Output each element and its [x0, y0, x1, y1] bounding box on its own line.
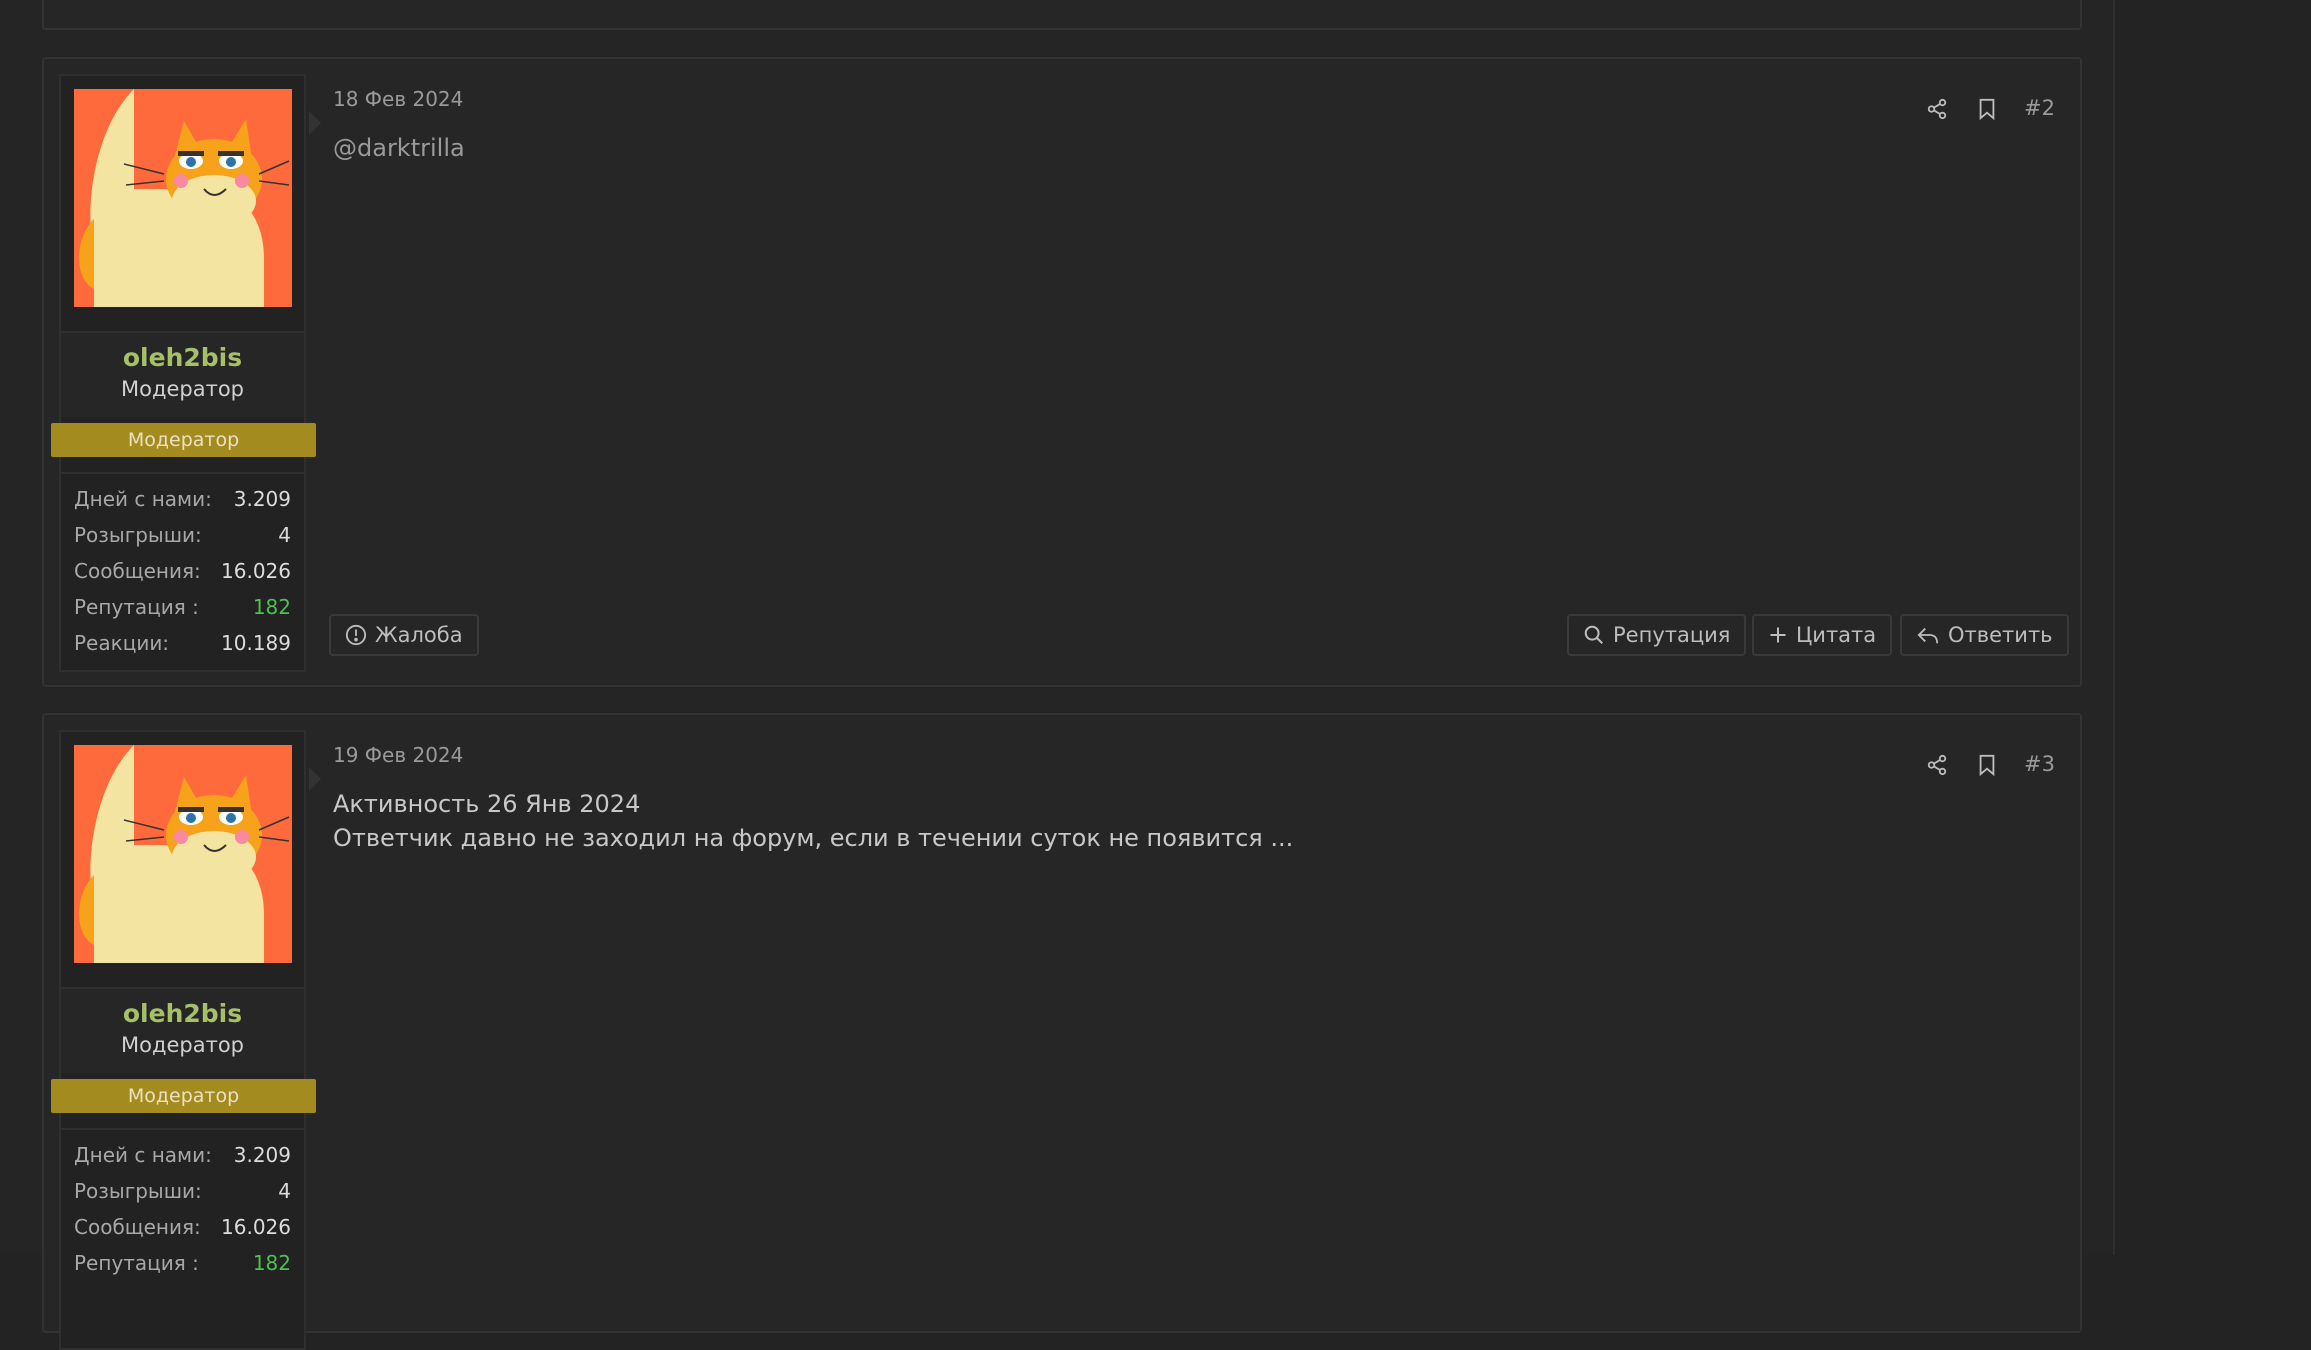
user-stats: Дней с нами: 3.209 Розыгрыши: 4 Сообщени… [61, 1128, 304, 1282]
report-label: Жалоба [375, 623, 463, 647]
stat-row: Репутация : 182 [61, 1246, 304, 1282]
stat-row: Розыгрыши: 4 [61, 518, 304, 554]
stat-row: Розыгрыши: 4 [61, 1174, 304, 1210]
stat-label: Сообщения: [74, 1215, 201, 1239]
bookmark-icon[interactable] [1969, 747, 2005, 783]
username[interactable]: oleh2bis [61, 343, 304, 372]
share-icon[interactable] [1919, 747, 1955, 783]
stat-label: Сообщения: [74, 559, 201, 583]
stat-row: Дней с нами: 3.209 [61, 1138, 304, 1174]
reply-label: Ответить [1948, 623, 2053, 647]
share-icon[interactable] [1919, 91, 1955, 127]
plus-icon [1770, 627, 1786, 643]
user-banner: Модератор [51, 423, 316, 457]
stat-value: 4 [278, 523, 291, 547]
user-banner: Модератор [51, 1079, 316, 1113]
post-previous [42, 0, 2082, 30]
avatar[interactable] [74, 89, 292, 307]
user-details: oleh2bis Модератор [61, 987, 304, 1074]
user-arrow [309, 767, 321, 791]
user-mention[interactable]: @darktrilla [333, 131, 465, 165]
stat-value: 4 [278, 1179, 291, 1203]
stat-label: Дней с нами: [74, 487, 212, 511]
reputation-button[interactable]: Репутация [1567, 614, 1747, 656]
user-cell: oleh2bis Модератор Модератор Дней с нами… [51, 730, 321, 1350]
post-number[interactable]: #2 [2024, 96, 2055, 120]
forum-thread-column: oleh2bis Модератор Модератор Дней с нами… [0, 0, 2115, 1350]
stat-value: 182 [252, 595, 291, 619]
post-actions: #2 [1915, 91, 2055, 127]
stat-row: Реакции: 10.189 [61, 626, 304, 662]
quote-button[interactable]: Цитата [1752, 614, 1893, 656]
reply-icon [1917, 627, 1939, 644]
stat-value: 16.026 [221, 559, 291, 583]
avatar[interactable] [74, 745, 292, 963]
stat-label: Дней с нами: [74, 1143, 212, 1167]
post-body: @darktrilla [333, 131, 465, 165]
stat-label: Репутация : [74, 595, 199, 619]
user-details: oleh2bis Модератор [61, 331, 304, 418]
stat-value: 3.209 [233, 1143, 291, 1167]
stat-label: Реакции: [74, 631, 170, 655]
stat-value: 10.189 [221, 631, 291, 655]
username[interactable]: oleh2bis [61, 999, 304, 1028]
stat-label: Розыгрыши: [74, 1179, 202, 1203]
stat-value: 16.026 [221, 1215, 291, 1239]
post: oleh2bis Модератор Модератор Дней с нами… [42, 57, 2082, 687]
stat-row: Сообщения: 16.026 [61, 554, 304, 590]
post-body: Активность 26 Янв 2024 Ответчик давно не… [333, 787, 1293, 855]
report-button[interactable]: Жалоба [329, 614, 479, 656]
stat-row: Сообщения: 16.026 [61, 1210, 304, 1246]
user-cell: oleh2bis Модератор Модератор Дней с нами… [51, 74, 321, 672]
stat-row: Репутация : 182 [61, 590, 304, 626]
user-stats: Дней с нами: 3.209 Розыгрыши: 4 Сообщени… [61, 472, 304, 662]
report-icon [345, 624, 367, 646]
post: oleh2bis Модератор Модератор Дней с нами… [42, 713, 2082, 1350]
post-line: Активность 26 Янв 2024 [333, 790, 641, 818]
user-title: Модератор [120, 377, 245, 401]
reply-button[interactable]: Ответить [1900, 614, 2069, 656]
stat-row: Дней с нами: 3.209 [61, 482, 304, 518]
post-line: Ответчик давно не заходил на форум, если… [333, 824, 1294, 852]
post-actions: #3 [1915, 747, 2055, 783]
search-icon [1584, 625, 1603, 644]
reputation-label: Репутация [1613, 623, 1731, 647]
stat-label: Розыгрыши: [74, 523, 202, 547]
user-arrow [309, 111, 321, 135]
stat-value: 3.209 [233, 487, 291, 511]
post-date[interactable]: 19 Фев 2024 [333, 743, 463, 767]
post-date[interactable]: 18 Фев 2024 [333, 87, 463, 111]
post-number[interactable]: #3 [2024, 752, 2055, 776]
user-title: Модератор [120, 1033, 245, 1057]
quote-label: Цитата [1796, 623, 1877, 647]
bookmark-icon[interactable] [1969, 91, 2005, 127]
